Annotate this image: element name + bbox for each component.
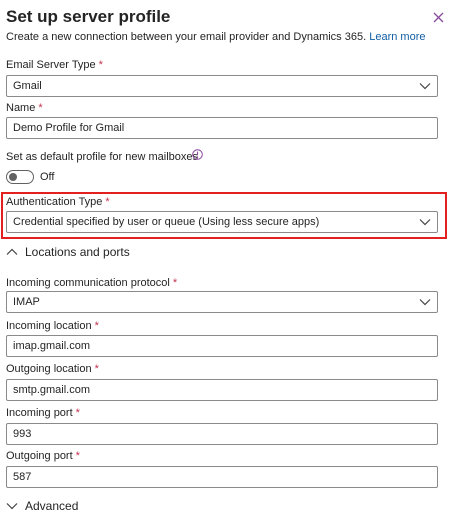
chevron-down-icon [6, 503, 18, 510]
subtitle-text: Create a new connection between your ema… [6, 31, 367, 43]
toggle-knob [9, 173, 17, 181]
outgoing-port-label: Outgoing port * [6, 450, 80, 462]
email-server-type-select[interactable]: Gmail [6, 75, 438, 97]
advanced-section-title: Advanced [25, 499, 79, 513]
required-marker: * [105, 196, 110, 208]
incoming-port-label: Incoming port * [6, 407, 80, 419]
locations-section-toggle[interactable]: Locations and ports [6, 245, 130, 259]
authentication-type-label: Authentication Type * [6, 196, 110, 208]
incoming-protocol-value: IMAP [13, 296, 40, 308]
outgoing-location-label: Outgoing location * [6, 363, 99, 375]
info-icon[interactable] [192, 149, 203, 160]
required-marker: * [75, 450, 80, 462]
chevron-up-icon [6, 248, 18, 255]
required-marker: * [38, 102, 43, 114]
advanced-section-toggle[interactable]: Advanced [6, 499, 78, 513]
incoming-port-input[interactable] [6, 423, 438, 445]
server-profile-panel: Set up server profile Create a new conne… [0, 0, 450, 530]
name-input[interactable] [6, 117, 438, 139]
required-marker: * [94, 320, 99, 332]
page-subtitle: Create a new connection between your ema… [6, 31, 425, 43]
default-profile-label: Set as default profile for new mailboxes [6, 151, 198, 163]
chevron-down-icon [419, 216, 431, 228]
page-title: Set up server profile [6, 7, 171, 26]
incoming-location-label: Incoming location * [6, 320, 99, 332]
chevron-down-icon [419, 80, 431, 92]
incoming-protocol-select[interactable]: IMAP [6, 291, 438, 313]
authentication-type-select[interactable]: Credential specified by user or queue (U… [6, 211, 438, 233]
chevron-down-icon [419, 296, 431, 308]
close-button[interactable] [430, 9, 446, 25]
incoming-location-input[interactable] [6, 335, 438, 357]
required-marker: * [98, 59, 103, 71]
required-marker: * [75, 407, 80, 419]
close-icon [433, 12, 443, 22]
name-label: Name * [6, 102, 43, 114]
authentication-type-value: Credential specified by user or queue (U… [13, 216, 320, 228]
incoming-protocol-label: Incoming communication protocol * [6, 277, 178, 289]
outgoing-port-input[interactable] [6, 466, 438, 488]
locations-section-title: Locations and ports [25, 245, 130, 259]
outgoing-location-input[interactable] [6, 379, 438, 401]
email-server-type-value: Gmail [13, 80, 42, 92]
required-marker: * [94, 363, 99, 375]
learn-more-link[interactable]: Learn more [369, 31, 425, 43]
required-marker: * [172, 277, 178, 289]
email-server-type-label: Email Server Type * [6, 59, 103, 71]
toggle-state-text: Off [40, 171, 55, 183]
default-profile-toggle[interactable] [6, 170, 34, 184]
